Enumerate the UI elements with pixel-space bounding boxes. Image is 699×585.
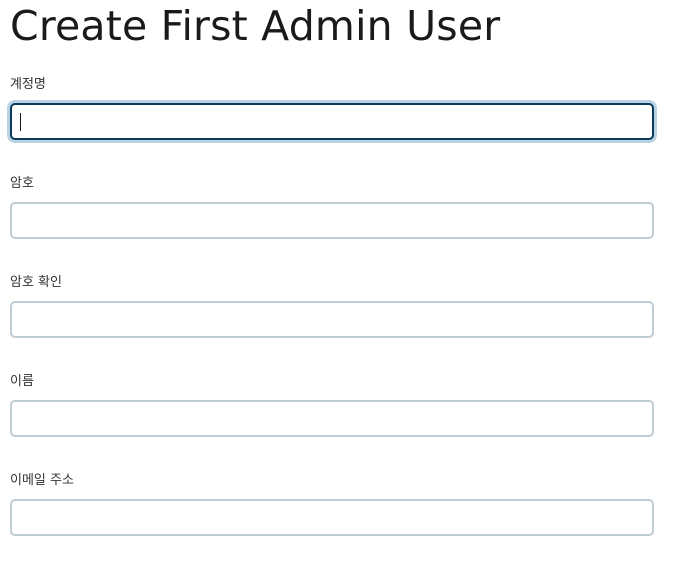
password-confirm-input[interactable] [10,301,654,338]
email-input[interactable] [10,499,654,536]
field-password: 암호 [10,176,654,239]
password-label: 암호 [10,176,34,191]
field-password-confirm: 암호 확인 [10,275,654,338]
field-email: 이메일 주소 [10,473,654,536]
username-label: 계정명 [10,77,46,92]
email-label: 이메일 주소 [10,473,74,488]
text-caret [20,113,21,131]
password-input[interactable] [10,202,654,239]
field-full-name: 이름 [10,374,654,437]
password-confirm-label: 암호 확인 [10,275,62,290]
page-title: Create First Admin User [10,2,501,50]
field-username: 계정명 [10,77,654,140]
full-name-label: 이름 [10,374,34,389]
create-admin-form-page: Create First Admin User 계정명 암호 암호 확인 이름 … [10,0,654,536]
username-input[interactable] [10,103,654,140]
full-name-input[interactable] [10,400,654,437]
